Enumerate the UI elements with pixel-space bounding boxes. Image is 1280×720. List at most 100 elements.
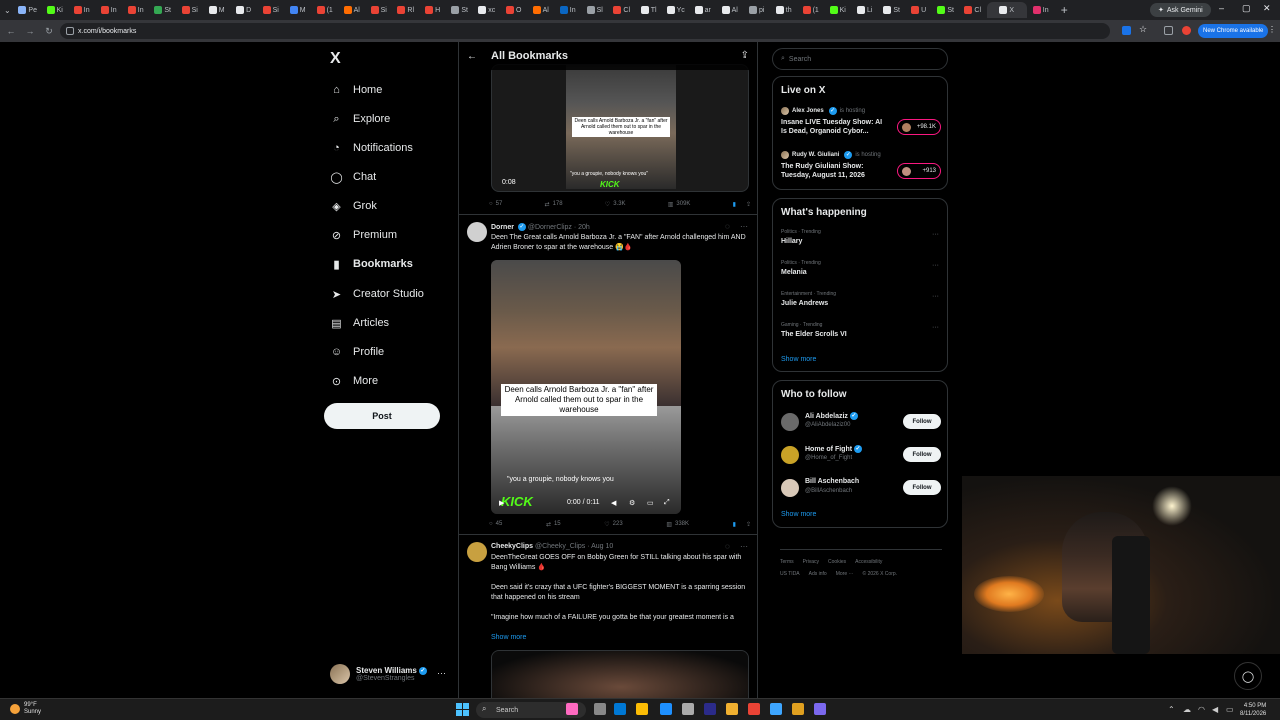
- browser-tab[interactable]: St: [933, 2, 959, 18]
- like-button[interactable]: ♡ 223: [604, 521, 622, 528]
- back-icon[interactable]: ←: [3, 26, 19, 36]
- nav-item-more[interactable]: ⊙ More: [330, 371, 378, 391]
- browser-tab[interactable]: X: [986, 2, 1027, 18]
- premiere-icon[interactable]: [704, 703, 716, 715]
- obs-icon[interactable]: [748, 703, 760, 715]
- nav-item-notifications[interactable]: ◔ Notifications: [330, 138, 413, 158]
- post-button[interactable]: Post: [324, 403, 440, 429]
- update-chrome-button[interactable]: New Chrome available: [1198, 24, 1269, 38]
- repost-button[interactable]: ⇄ 15: [546, 521, 561, 528]
- battery-icon[interactable]: ▭: [1226, 705, 1234, 714]
- views-button[interactable]: ▥ 338K: [666, 521, 689, 528]
- weather-widget[interactable]: 99°F Sunny: [10, 702, 41, 716]
- browser-tab[interactable]: Cl: [960, 2, 986, 18]
- browser-tab[interactable]: D: [231, 2, 257, 18]
- browser-tab[interactable]: (1: [312, 2, 338, 18]
- follow-suggestion[interactable]: Bill Aschenbach @BillAschenbach Follow: [781, 477, 941, 499]
- post-menu-icon[interactable]: ···: [740, 222, 748, 231]
- browser-tab[interactable]: In: [555, 2, 581, 18]
- file-explorer-icon[interactable]: [726, 703, 738, 715]
- app-icon[interactable]: [792, 703, 804, 715]
- reading-list-icon[interactable]: [1164, 26, 1173, 35]
- nav-item-explore[interactable]: ⌕ Explore: [330, 109, 390, 129]
- trend-item[interactable]: Entertainment · Trending Julie Andrews ···: [781, 291, 941, 307]
- task-view-icon[interactable]: [566, 703, 578, 715]
- footer-link[interactable]: Privacy: [803, 559, 819, 565]
- minimize-icon[interactable]: –: [1219, 3, 1224, 13]
- new-tab-icon[interactable]: +: [1061, 3, 1068, 17]
- avatar[interactable]: [467, 542, 487, 562]
- volume-icon[interactable]: ◀: [611, 499, 616, 507]
- browser-tab[interactable]: M: [285, 2, 311, 18]
- volume-icon[interactable]: ◀: [1212, 705, 1218, 714]
- edge-icon[interactable]: [614, 703, 626, 715]
- grok-explain-icon[interactable]: ◌: [725, 542, 730, 551]
- bookmark-star-icon[interactable]: ☆: [1139, 24, 1148, 34]
- browser-tab[interactable]: th: [771, 2, 797, 18]
- browser-tab[interactable]: Cl: [609, 2, 635, 18]
- author-handle[interactable]: @DornerClipz: [528, 224, 572, 231]
- settings-icon[interactable]: ⚙: [629, 499, 635, 507]
- reply-button[interactable]: ○ 57: [489, 201, 502, 207]
- follow-button[interactable]: Follow: [903, 447, 941, 462]
- browser-tab[interactable]: Ki: [825, 2, 851, 18]
- wifi-icon[interactable]: ◠: [1198, 705, 1205, 714]
- browser-tab[interactable]: xc: [474, 2, 500, 18]
- live-listeners-pill[interactable]: +913: [897, 163, 941, 179]
- live-item[interactable]: Rudy W. Giuliani ✓ is hosting The Rudy Giu…: [781, 151, 941, 180]
- account-switcher[interactable]: Steven Williams ✓ @StevenStrangles ···: [330, 660, 452, 688]
- settings-icon[interactable]: [682, 703, 694, 715]
- footer-link[interactable]: © 2026 X Corp.: [863, 571, 898, 577]
- trend-item[interactable]: Politics · Trending Hillary ···: [781, 229, 941, 245]
- app-icon[interactable]: [814, 703, 826, 715]
- nav-item-home[interactable]: ⌂ Home: [330, 80, 382, 100]
- post-video[interactable]: Deen calls Arnold Barboza Jr. a "fan" af…: [491, 260, 681, 514]
- avatar[interactable]: [467, 222, 487, 242]
- app-icon[interactable]: [770, 703, 782, 715]
- tray-chevron-icon[interactable]: ⌃: [1168, 705, 1175, 714]
- messages-button[interactable]: ◯: [1234, 662, 1262, 690]
- browser-tab[interactable]: St: [150, 2, 176, 18]
- trend-item[interactable]: Politics · Trending Melania ···: [781, 260, 941, 276]
- nav-item-creator-studio[interactable]: ➤ Creator Studio: [330, 284, 424, 304]
- browser-tab[interactable]: M: [204, 2, 230, 18]
- browser-tab[interactable]: Al: [528, 2, 554, 18]
- browser-tab[interactable]: In: [1028, 2, 1054, 18]
- share-icon[interactable]: ⇪: [746, 521, 751, 528]
- reply-button[interactable]: ○ 45: [489, 521, 502, 527]
- nav-item-articles[interactable]: ▤ Articles: [330, 313, 389, 333]
- nav-item-grok[interactable]: ◈ Grok: [330, 196, 377, 216]
- browser-tab[interactable]: Al: [717, 2, 743, 18]
- play-icon[interactable]: ▶: [499, 499, 504, 507]
- footer-link[interactable]: US TIDA: [780, 571, 800, 577]
- search-input[interactable]: ⌕ Search: [772, 48, 948, 70]
- trend-menu-icon[interactable]: ···: [932, 262, 939, 269]
- nav-item-bookmarks[interactable]: ▮ Bookmarks: [330, 254, 412, 274]
- browser-tab[interactable]: pi: [744, 2, 770, 18]
- tab-list-chevron-icon[interactable]: ⌄: [4, 6, 11, 15]
- show-more-link[interactable]: Show more: [491, 634, 526, 641]
- browser-tab[interactable]: Si: [177, 2, 203, 18]
- views-button[interactable]: ▥ 309K: [668, 201, 691, 208]
- browser-tab[interactable]: In: [123, 2, 149, 18]
- back-arrow-icon[interactable]: ←: [467, 51, 477, 62]
- browser-tab[interactable]: Al: [339, 2, 365, 18]
- trend-menu-icon[interactable]: ···: [932, 324, 939, 331]
- account-menu-icon[interactable]: ···: [437, 668, 446, 678]
- nav-item-profile[interactable]: ☺ Profile: [330, 342, 384, 362]
- x-logo[interactable]: X: [330, 50, 341, 68]
- browser-tab[interactable]: H: [420, 2, 446, 18]
- forward-icon[interactable]: →: [22, 26, 38, 36]
- footer-link[interactable]: Terms: [780, 559, 794, 565]
- onedrive-icon[interactable]: ☁: [1183, 705, 1191, 714]
- trend-item[interactable]: Gaming · Trending The Elder Scrolls VI ···: [781, 322, 941, 338]
- like-button[interactable]: ♡ 3.3K: [605, 201, 626, 208]
- site-info-icon[interactable]: [66, 27, 74, 35]
- trend-menu-icon[interactable]: ···: [932, 293, 939, 300]
- browser-tab[interactable]: U: [906, 2, 932, 18]
- maximize-icon[interactable]: ▢: [1242, 3, 1251, 14]
- post-video[interactable]: Deen calls Arnold Barboza Jr. a "fan" af…: [491, 64, 749, 192]
- browser-tab[interactable]: O: [501, 2, 527, 18]
- pip-icon[interactable]: ▭: [647, 499, 654, 507]
- footer-link[interactable]: Accessibility: [855, 559, 882, 565]
